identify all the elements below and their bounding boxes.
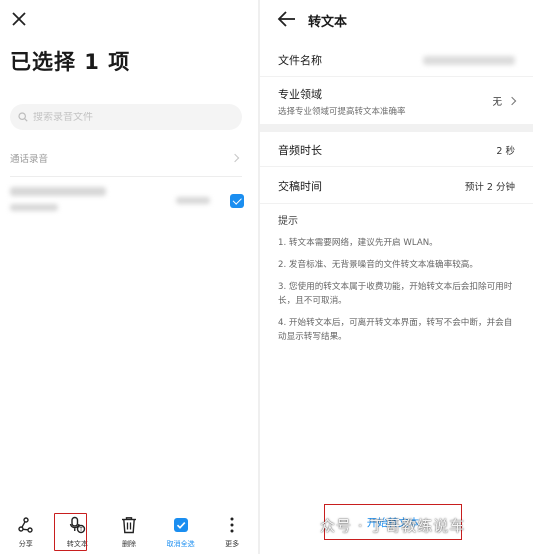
file-name-value-blurred [423,55,515,65]
domain-label: 专业领域 [278,87,322,101]
back-arrow-icon[interactable] [277,10,297,28]
search-icon [18,112,28,122]
recording-list-item[interactable] [10,184,244,220]
delivery-value: 预计 2 分钟 [464,182,515,193]
bottom-action-bar: 分享 T 转文本 删除 取消全选 更多 [0,507,258,554]
transcribe-highlight-box [54,513,87,551]
delivery-row: 交稿时间 预计 2 分钟 [260,174,533,198]
section-gap [260,124,533,132]
divider [260,166,533,167]
domain-text: 专业领域 选择专业领域可提高转文本准确率 [278,86,406,117]
recording-name-blurred [10,187,106,196]
domain-value: 无 [492,97,502,108]
call-recordings-section[interactable]: 通话录音 [10,150,242,166]
divider [260,76,533,77]
domain-value-wrap: 无 [492,94,517,108]
divider [260,203,533,204]
share-button[interactable]: 分享 [0,507,52,554]
duration-value: 2 秒 [496,146,515,157]
chevron-right-icon [507,96,517,106]
duration-label: 音频时长 [278,144,322,157]
domain-sub: 选择专业领域可提高转文本准确率 [278,106,406,117]
delete-label: 删除 [121,540,136,548]
chevron-right-icon [230,153,240,163]
file-name-row: 文件名称 [260,48,533,72]
close-icon[interactable] [10,10,28,28]
recording-checkbox[interactable] [230,194,244,208]
delivery-label: 交稿时间 [278,180,322,193]
recording-meta-blurred [10,204,58,211]
trash-icon [121,517,136,534]
deselect-all-button[interactable]: 取消全选 [155,507,207,554]
domain-row[interactable]: 专业领域 选择专业领域可提高转文本准确率 无 [260,84,533,118]
section-label: 通话录音 [10,154,49,165]
page-title: 已选择 1 项 [10,50,131,74]
transcribe-panel: 转文本 文件名称 专业领域 选择专业领域可提高转文本准确率 无 音频时长 2 秒… [260,0,533,554]
tip-item: 4. 开始转文本后，可离开转文本界面，转写不会中断，并会自动显示转写结果。 [278,318,513,342]
duration-row: 音频时长 2 秒 [260,138,533,162]
tip-item: 3. 您使用的转文本属于收费功能，开始转文本后会扣除可用时长，且不可取消。 [278,282,513,306]
share-label: 分享 [18,540,33,548]
page-title: 转文本 [308,15,348,30]
deselect-all-label: 取消全选 [166,540,195,548]
select-all-icon [173,518,188,532]
divider [10,176,242,177]
watermark: 众号 · 丁哥教练说车 [320,517,466,535]
share-icon [18,517,33,533]
file-name-label: 文件名称 [278,54,322,67]
more-icon [230,517,234,533]
more-button[interactable]: 更多 [206,507,258,554]
search-input[interactable] [33,111,223,123]
more-label: 更多 [225,540,240,548]
selection-panel: 已选择 1 项 通话录音 分享 [0,0,258,554]
recording-time-blurred [176,197,210,204]
tip-item: 2. 发音标准、无背景噪音的文件转文本准确率较高。 [278,260,478,270]
tips-section: 提示 1. 转文本需要网络，建议先开启 WLAN。 2. 发音标准、无背景噪音的… [278,212,518,352]
delete-button[interactable]: 删除 [103,507,155,554]
tips-title: 提示 [278,216,298,227]
search-box[interactable] [10,104,242,130]
tip-item: 1. 转文本需要网络，建议先开启 WLAN。 [278,238,438,248]
